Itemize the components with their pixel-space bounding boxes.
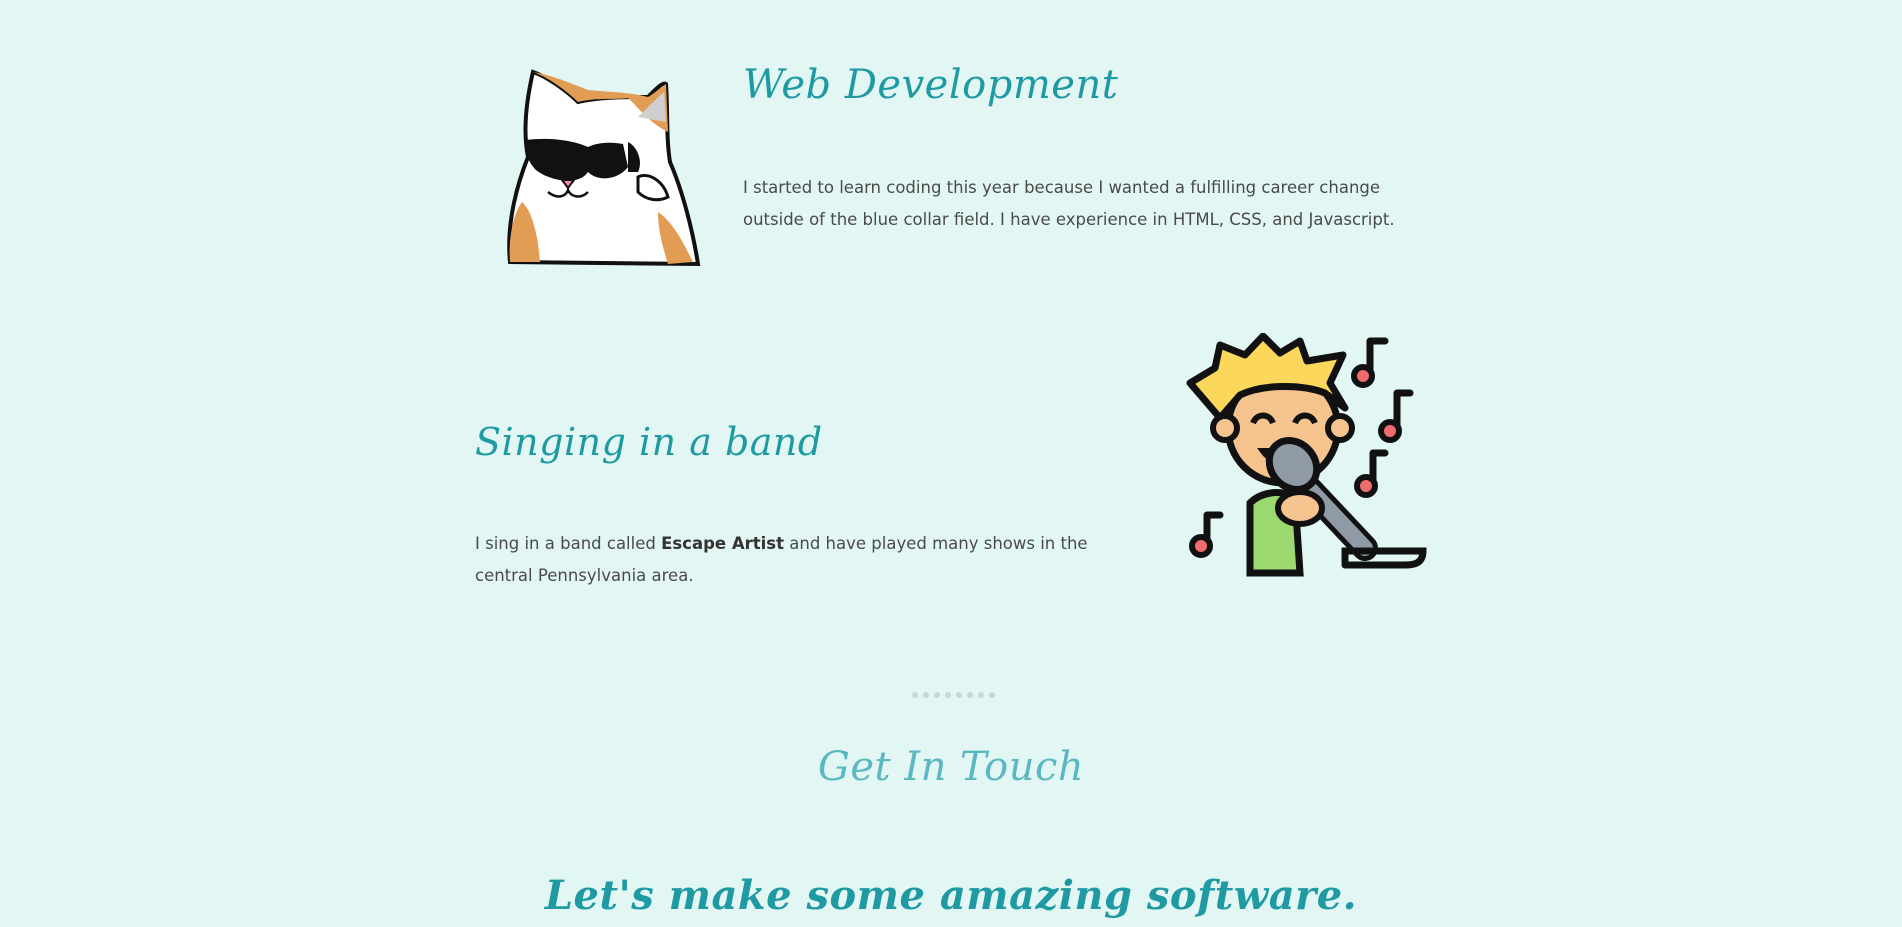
band-section-description: I sing in a band called Escape Artist an…	[475, 528, 1135, 592]
page: Web Development I started to learn codin…	[0, 0, 1902, 927]
section-divider	[912, 692, 995, 698]
web-development-title: Web Development	[743, 62, 1119, 108]
cool-cat-sunglasses-icon	[507, 69, 701, 267]
band-section-title: Singing in a band	[475, 420, 823, 464]
band-text-before: I sing in a band called	[475, 534, 662, 553]
web-development-description: I started to learn coding this year beca…	[743, 178, 1395, 229]
band-name: Escape Artist	[661, 534, 785, 553]
call-to-action-title: Let's make some amazing software.	[544, 872, 1358, 919]
get-in-touch-title: Get In Touch	[817, 744, 1085, 790]
singer-microphone-icon	[1186, 333, 1427, 577]
